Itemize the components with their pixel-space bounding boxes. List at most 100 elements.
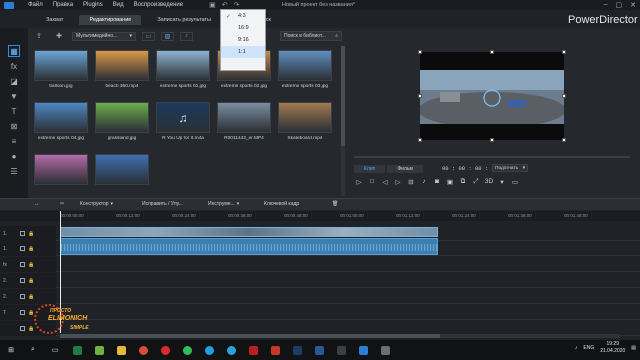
- scissors-icon[interactable]: ✂: [60, 201, 64, 207]
- tools-button[interactable]: Инструме... ▾: [208, 201, 239, 207]
- undock-icon[interactable]: ⧉: [458, 177, 468, 186]
- search-icon[interactable]: ⌕: [22, 340, 44, 360]
- timeline-ruler[interactable]: 00:00:00:00 00:00:12:00 00:00:24:00 00:0…: [0, 211, 640, 221]
- menu-view[interactable]: Вид: [113, 2, 124, 8]
- redo-icon[interactable]: ↷: [234, 1, 240, 9]
- whatsapp-icon[interactable]: [176, 340, 198, 360]
- camera-icon[interactable]: ▣: [445, 177, 455, 186]
- maximize-icon[interactable]: ▢: [616, 1, 623, 9]
- import-icon[interactable]: ⇪: [32, 31, 46, 41]
- resize-handle[interactable]: [562, 138, 566, 142]
- speaker-icon[interactable]: ♪: [575, 345, 578, 351]
- video-clip[interactable]: [60, 227, 438, 237]
- track-enable-checkbox[interactable]: [20, 326, 25, 331]
- resize-handle[interactable]: [418, 50, 422, 54]
- media-thumbnail[interactable]: extreme sports 03.jpg: [278, 50, 332, 94]
- play-icon[interactable]: ▷: [354, 177, 364, 186]
- media-thumbnail[interactable]: extreme sports 04.jpg: [34, 102, 88, 146]
- powerdirector-taskbar-icon[interactable]: [352, 340, 374, 360]
- opera-icon[interactable]: [154, 340, 176, 360]
- media-thumbnail[interactable]: grassland.jpg: [95, 102, 149, 146]
- multi-select-icon[interactable]: ↔: [34, 201, 39, 207]
- media-thumbnail[interactable]: extreme sports 01.jpg: [156, 50, 210, 94]
- aspect-option-16-9[interactable]: 16:9: [221, 22, 265, 34]
- lock-icon[interactable]: 🔒: [28, 246, 34, 252]
- media-thumbnail[interactable]: R0011443_er.MP4: [217, 102, 271, 146]
- media-room-icon[interactable]: ▦: [8, 45, 20, 57]
- resize-handle[interactable]: [418, 94, 422, 98]
- tab-clip[interactable]: Клип: [354, 165, 386, 173]
- telegram-icon[interactable]: [220, 340, 242, 360]
- track-enable-checkbox[interactable]: [20, 310, 25, 315]
- next-frame-icon[interactable]: ▷: [393, 177, 403, 186]
- excel-icon[interactable]: [66, 340, 88, 360]
- resize-handle[interactable]: [562, 94, 566, 98]
- chevron-down-icon[interactable]: ▾: [497, 177, 507, 186]
- resize-handle[interactable]: [490, 50, 494, 54]
- menu-edit[interactable]: Правка: [53, 2, 73, 8]
- media-type-select[interactable]: Мультимедийно... ▾: [72, 31, 136, 41]
- menu-playback[interactable]: Воспроизведение: [134, 2, 184, 8]
- lock-icon[interactable]: 🔒: [28, 278, 34, 284]
- media-thumbnail[interactable]: [95, 154, 149, 198]
- app-extra-icon[interactable]: [374, 340, 396, 360]
- notifications-icon[interactable]: ▤: [631, 345, 636, 351]
- nvidia-icon[interactable]: [88, 340, 110, 360]
- app-64-icon[interactable]: [264, 340, 286, 360]
- tab-produce[interactable]: Записать результаты: [147, 15, 221, 25]
- volume-icon[interactable]: ♪: [419, 177, 429, 186]
- start-icon[interactable]: ⊞: [0, 340, 22, 360]
- preview-canvas[interactable]: [418, 50, 566, 142]
- minimize-icon[interactable]: –: [604, 1, 608, 9]
- track-enable-checkbox[interactable]: [20, 262, 25, 267]
- transition-room-icon[interactable]: ⊠: [8, 120, 20, 132]
- save-icon[interactable]: ▣: [209, 1, 216, 9]
- media-thumbnail[interactable]: ♫ R You Up for It.m4a: [156, 102, 210, 146]
- language-indicator[interactable]: ENG: [583, 345, 594, 351]
- tab-capture[interactable]: Захват: [36, 15, 73, 25]
- word-icon[interactable]: [308, 340, 330, 360]
- aspect-option-9-16[interactable]: 9:16: [221, 34, 265, 46]
- task-view-icon[interactable]: ▭: [44, 340, 66, 360]
- menu-plugins[interactable]: Plugins: [83, 2, 103, 8]
- fix-enhance-button[interactable]: Исправить / Улу...: [142, 201, 183, 207]
- split-icon[interactable]: ⊟: [406, 177, 416, 186]
- skype-icon[interactable]: [198, 340, 220, 360]
- resize-handle[interactable]: [562, 50, 566, 54]
- media-icon[interactable]: [330, 340, 352, 360]
- resize-handle[interactable]: [418, 138, 422, 142]
- photoshop-icon[interactable]: [286, 340, 308, 360]
- lock-icon[interactable]: 🔒: [28, 231, 34, 237]
- tab-edit[interactable]: Редактирование: [79, 15, 142, 25]
- title-room-icon[interactable]: T: [8, 105, 20, 117]
- trash-icon[interactable]: 🗑: [332, 201, 338, 207]
- track-fx[interactable]: fx 🔒: [0, 257, 640, 272]
- track-enable-checkbox[interactable]: [20, 246, 25, 251]
- particle-room-icon[interactable]: ▼: [8, 90, 20, 102]
- video-filter-icon[interactable]: ▭: [142, 31, 155, 41]
- audio-clip[interactable]: [60, 238, 438, 255]
- filezilla-icon[interactable]: [242, 340, 264, 360]
- mode-3d-button[interactable]: 3D: [484, 177, 494, 186]
- zoom-fit-select[interactable]: Подогнать ▾: [492, 164, 528, 172]
- explorer-icon[interactable]: [110, 340, 132, 360]
- aspect-option-1-1[interactable]: 1:1: [221, 46, 265, 58]
- external-display-icon[interactable]: ▭: [510, 177, 520, 186]
- tab-movie[interactable]: Фильм: [387, 165, 423, 173]
- media-thumbnail[interactable]: [34, 154, 88, 198]
- aspect-option-4-3[interactable]: 4:3: [221, 10, 265, 22]
- close-icon[interactable]: ✕: [630, 1, 636, 9]
- track-enable-checkbox[interactable]: [20, 278, 25, 283]
- menu-file[interactable]: Файл: [28, 2, 43, 8]
- voice-over-icon[interactable]: ●: [8, 150, 20, 162]
- undo-icon[interactable]: ↶: [222, 1, 228, 9]
- pip-room-icon[interactable]: ◪: [8, 75, 20, 87]
- track-enable-checkbox[interactable]: [20, 294, 25, 299]
- fullscreen-icon[interactable]: ⤢: [471, 177, 481, 186]
- track-video-2[interactable]: 2. 🔒: [0, 273, 640, 288]
- audio-mix-icon[interactable]: ≡: [8, 135, 20, 147]
- image-filter-icon[interactable]: ▨: [161, 31, 174, 41]
- lock-icon[interactable]: 🔒: [28, 294, 34, 300]
- library-scrollbar[interactable]: [341, 46, 345, 196]
- snapshot-icon[interactable]: ◙: [432, 177, 442, 186]
